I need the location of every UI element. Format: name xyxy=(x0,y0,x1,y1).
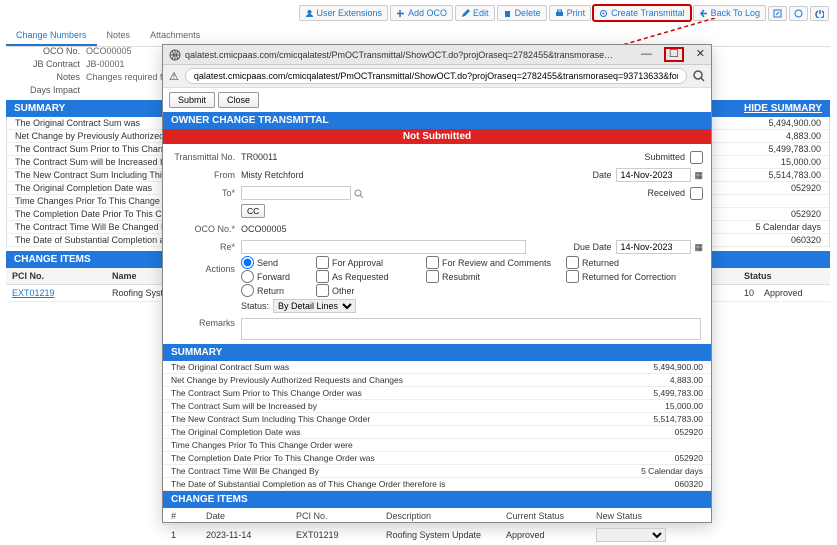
edit-page-button[interactable] xyxy=(768,6,787,21)
as-requested-checkbox[interactable] xyxy=(316,270,329,283)
close-button[interactable]: Close xyxy=(218,92,259,108)
transmittal-no-value: TR00011 xyxy=(241,152,371,162)
summary-header: SUMMARY xyxy=(14,103,65,114)
submitted-label: Submitted xyxy=(644,152,690,162)
logout-button[interactable] xyxy=(810,6,829,21)
address-bar[interactable] xyxy=(185,68,687,84)
submitted-checkbox[interactable] xyxy=(690,151,703,164)
globe-icon xyxy=(169,49,181,61)
gear-icon xyxy=(599,9,608,18)
close-window-button[interactable]: ✕ xyxy=(696,49,705,60)
received-checkbox[interactable] xyxy=(690,187,703,200)
not-secure-icon: ⚠ xyxy=(169,70,179,83)
tab-attachments[interactable]: Attachments xyxy=(140,26,210,46)
not-submitted-banner: Not Submitted xyxy=(163,129,711,144)
trash-icon xyxy=(503,9,512,18)
forward-radio[interactable] xyxy=(241,270,254,283)
change-items-header: CHANGE ITEMS xyxy=(14,254,91,265)
col-pci-no: PCI No. xyxy=(12,271,112,281)
col-desc: Description xyxy=(386,511,506,521)
oco-no-value: OCO00005 xyxy=(86,46,132,56)
received-label: Received xyxy=(647,188,690,198)
actions-label: Actions xyxy=(171,256,241,274)
oco-no-popup-value: OCO00005 xyxy=(241,224,287,234)
user-extensions-button[interactable]: User Extensions xyxy=(299,5,389,21)
due-date-label: Due Date xyxy=(573,242,616,252)
date-input[interactable] xyxy=(616,168,691,182)
col-num: # xyxy=(171,511,206,521)
user-icon xyxy=(305,9,314,18)
tab-notes[interactable]: Notes xyxy=(97,26,141,46)
popup-summary-header: SUMMARY xyxy=(163,344,711,361)
search-icon[interactable] xyxy=(354,189,363,198)
tab-change-numbers[interactable]: Change Numbers xyxy=(6,26,97,46)
cc-button[interactable]: CC xyxy=(241,204,265,218)
date-picker-icon[interactable]: ▦ xyxy=(694,170,703,181)
transmittal-popup: qalatest.cmicpaas.com/cmicqalatest/PmOCT… xyxy=(162,44,712,523)
create-transmittal-button[interactable]: Create Transmittal xyxy=(593,5,691,21)
item-count: 10 xyxy=(734,288,764,298)
due-date-picker-icon[interactable]: ▦ xyxy=(694,242,703,253)
for-review-checkbox[interactable] xyxy=(426,256,439,269)
to-input[interactable] xyxy=(241,186,351,200)
resubmit-checkbox[interactable] xyxy=(426,270,439,283)
re-input[interactable] xyxy=(241,240,526,254)
back-arrow-icon xyxy=(699,9,708,18)
oco-no-popup-label: OCO No.* xyxy=(171,224,241,234)
transmittal-no-label: Transmittal No. xyxy=(171,152,241,162)
remarks-textarea[interactable] xyxy=(241,318,701,340)
col-pci: PCI No. xyxy=(296,511,386,521)
re-label: Re* xyxy=(171,242,241,252)
due-date-input[interactable] xyxy=(616,240,691,254)
pci-link[interactable]: EXT01219 xyxy=(12,288,55,298)
edit-button[interactable]: Edit xyxy=(455,5,495,21)
maximize-button[interactable]: ☐ xyxy=(664,47,684,62)
zoom-icon[interactable] xyxy=(693,70,705,82)
add-oco-button[interactable]: Add OCO xyxy=(390,5,453,21)
returned-checkbox[interactable] xyxy=(566,256,579,269)
print-button[interactable]: Print xyxy=(549,5,592,21)
returned-correction-checkbox[interactable] xyxy=(566,270,579,283)
from-value: Misty Retchford xyxy=(241,170,371,180)
jb-contract-label: JB Contract xyxy=(6,59,86,69)
item-status: Approved xyxy=(764,288,824,298)
notes-label: Notes xyxy=(6,72,86,82)
col-curr-status: Current Status xyxy=(506,511,596,521)
print-icon xyxy=(555,9,564,18)
edit-page-icon xyxy=(773,9,782,18)
popup-title-url: qalatest.cmicpaas.com/cmicqalatest/PmOCT… xyxy=(185,50,615,60)
other-checkbox[interactable] xyxy=(316,284,329,297)
new-status-select[interactable] xyxy=(596,528,666,542)
back-to-log-button[interactable]: Back To Log xyxy=(693,5,766,21)
delete-button[interactable]: Delete xyxy=(497,5,547,21)
jb-contract-value: JB-00001 xyxy=(86,59,125,69)
status-label: Status: xyxy=(241,301,269,311)
user-config-button[interactable] xyxy=(789,6,808,21)
return-radio[interactable] xyxy=(241,284,254,297)
from-label: From xyxy=(171,170,241,180)
for-approval-checkbox[interactable] xyxy=(316,256,329,269)
remarks-label: Remarks xyxy=(171,318,241,328)
owner-change-header: OWNER CHANGE TRANSMITTAL xyxy=(163,112,711,129)
logout-icon xyxy=(815,9,824,18)
pencil-icon xyxy=(461,9,470,18)
status-select[interactable]: By Detail Lines xyxy=(273,299,356,313)
send-radio[interactable] xyxy=(241,256,254,269)
user-config-icon xyxy=(794,9,803,18)
hide-summary-link[interactable]: HIDE SUMMARY xyxy=(744,103,822,114)
col-status: Status xyxy=(744,271,824,281)
table-row: 1 2023-11-14 EXT01219 Roofing System Upd… xyxy=(163,525,711,545)
days-impact-label: Days Impact xyxy=(6,85,86,95)
col-new-status: New Status xyxy=(596,511,686,521)
popup-change-items-header: CHANGE ITEMS xyxy=(163,491,711,508)
to-label: To* xyxy=(171,188,241,198)
plus-icon xyxy=(396,9,405,18)
minimize-button[interactable]: — xyxy=(641,49,652,60)
submit-button[interactable]: Submit xyxy=(169,92,215,108)
col-date: Date xyxy=(206,511,296,521)
date-label: Date xyxy=(592,170,616,180)
oco-no-label: OCO No. xyxy=(6,46,86,56)
